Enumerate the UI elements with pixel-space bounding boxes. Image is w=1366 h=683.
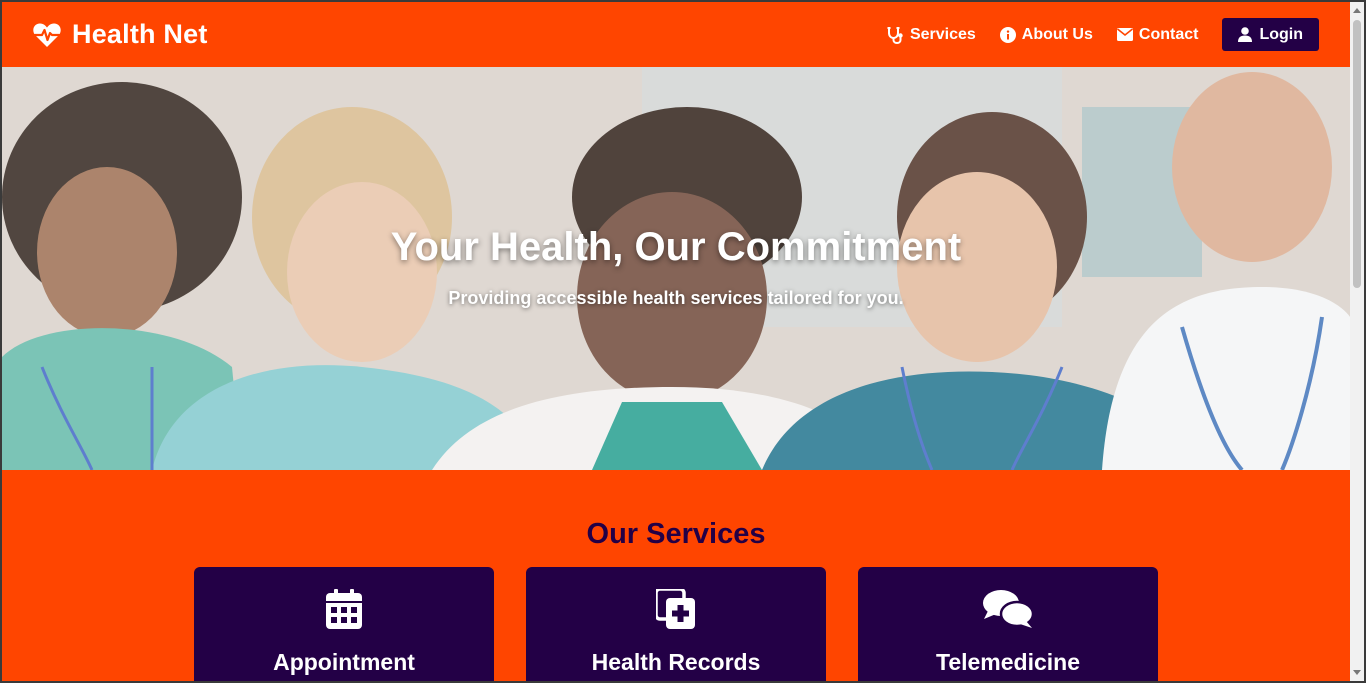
service-card-health-records[interactable]: Health Records Management bbox=[526, 567, 826, 681]
nav-links: Services About Us Contact Login bbox=[862, 18, 1319, 51]
service-card-title: Telemedicine bbox=[935, 649, 1081, 675]
brand-link[interactable]: Health Net bbox=[32, 19, 208, 50]
services-section: Our Services Appointment Scheduling bbox=[2, 470, 1350, 681]
service-card-appointment[interactable]: Appointment Scheduling bbox=[194, 567, 494, 681]
page-frame: Health Net Services About Us Contact Log… bbox=[2, 2, 1350, 681]
nav-item-label: Services bbox=[909, 25, 976, 43]
scroll-down-icon[interactable] bbox=[1353, 670, 1361, 675]
service-card-title: Appointment Scheduling bbox=[273, 649, 415, 681]
hero-banner: Your Health, Our Commitment Providing ac… bbox=[2, 67, 1350, 470]
file-medical-icon bbox=[526, 589, 826, 629]
service-card-telemedicine[interactable]: Telemedicine bbox=[858, 567, 1158, 681]
comments-icon bbox=[858, 589, 1158, 629]
page-scrollbar[interactable] bbox=[1350, 2, 1364, 681]
nav-item-about[interactable]: About Us bbox=[999, 25, 1093, 44]
stethoscope-icon bbox=[886, 26, 904, 44]
navbar: Health Net Services About Us Contact Log… bbox=[2, 2, 1350, 67]
hero-subtitle: Providing accessible health services tai… bbox=[448, 288, 904, 308]
nav-item-label: About Us bbox=[1021, 25, 1093, 43]
scrollbar-thumb[interactable] bbox=[1353, 20, 1361, 288]
heartbeat-icon bbox=[32, 22, 62, 48]
scroll-up-icon[interactable] bbox=[1353, 8, 1361, 13]
brand-title: Health Net bbox=[72, 19, 208, 49]
service-card-title: Health Records Management bbox=[591, 649, 761, 681]
info-circle-icon bbox=[999, 26, 1016, 43]
calendar-icon bbox=[194, 589, 494, 629]
nav-item-label: Contact bbox=[1138, 25, 1199, 43]
nav-item-contact[interactable]: Contact bbox=[1116, 25, 1199, 44]
services-title: Our Services bbox=[586, 518, 766, 550]
nav-item-services[interactable]: Services bbox=[886, 26, 976, 44]
hero-title: Your Health, Our Commitment bbox=[390, 225, 962, 269]
login-label: Login bbox=[1259, 25, 1303, 43]
hero-text: Your Health, Our Commitment Providing ac… bbox=[2, 225, 1350, 309]
user-icon bbox=[1238, 27, 1253, 42]
envelope-icon bbox=[1116, 28, 1133, 41]
login-button[interactable]: Login bbox=[1222, 18, 1319, 51]
